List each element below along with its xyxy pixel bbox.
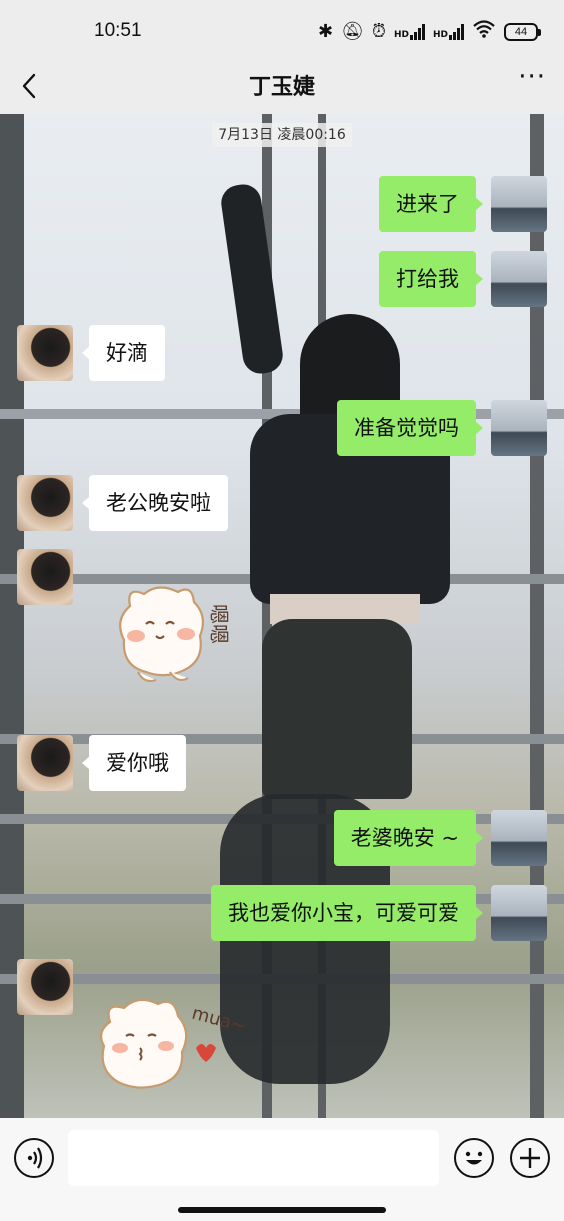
status-time: 10:51	[94, 20, 142, 41]
avatar[interactable]	[491, 251, 547, 307]
sticker-caption: mua~	[190, 1003, 249, 1038]
message-bubble[interactable]: 老公晚安啦	[82, 475, 228, 531]
avatar[interactable]	[491, 885, 547, 941]
bear-sticker-icon	[119, 586, 205, 682]
input-bar	[0, 1118, 564, 1221]
signal-icon: HD	[394, 23, 425, 40]
more-icon[interactable]: ···	[518, 62, 546, 92]
avatar[interactable]	[491, 810, 547, 866]
message-bubble[interactable]: 准备觉觉吗	[337, 400, 483, 456]
chat-timestamp: 7月13日 凌晨00:16	[0, 123, 564, 147]
message-bubble[interactable]: 打给我	[379, 251, 483, 307]
sticker-bear-mua[interactable]: mua~	[96, 986, 256, 1098]
message-bubble[interactable]: 老婆晚安 ~	[333, 810, 484, 866]
avatar[interactable]	[17, 475, 73, 531]
plus-icon[interactable]	[510, 1138, 550, 1178]
chat-area[interactable]: 7月13日 凌晨00:16 进来了 打给我 好滴 准备觉觉吗 老公晚安啦 嗯嗯	[0, 114, 564, 1118]
message-input[interactable]	[68, 1130, 439, 1186]
avatar[interactable]	[491, 400, 547, 456]
status-bar: 10:51 ✱ 🔕︎ ⏰︎ HD HD 44	[0, 0, 564, 62]
mute-icon: 🔕︎	[341, 21, 364, 42]
bluetooth-icon: ✱	[317, 21, 334, 42]
message-bubble[interactable]: 好滴	[82, 325, 165, 381]
chat-title: 丁玉婕	[248, 75, 315, 100]
emoji-icon[interactable]	[454, 1138, 494, 1178]
photo-figure-skirt	[262, 619, 412, 799]
message-bubble[interactable]: 我也爱你小宝，可爱可爱	[211, 885, 483, 941]
message-bubble[interactable]: 进来了	[379, 176, 483, 232]
wifi-icon	[472, 20, 496, 43]
signal-icon-2: HD	[433, 23, 464, 40]
chat-header: 丁玉婕 ···	[0, 62, 564, 114]
home-indicator[interactable]	[178, 1207, 386, 1213]
alarm-icon: ⏰︎	[371, 21, 386, 42]
sticker-caption: 嗯嗯	[207, 604, 231, 644]
status-icons: ✱ 🔕︎ ⏰︎ HD HD 44	[317, 20, 541, 43]
voice-icon[interactable]	[14, 1138, 54, 1178]
photo-figure-arm	[218, 182, 286, 376]
avatar[interactable]	[17, 735, 73, 791]
message-bubble[interactable]: 爱你哦	[82, 735, 186, 791]
battery-icon: 44	[504, 22, 541, 41]
sticker-bear-enen[interactable]: 嗯嗯	[108, 576, 258, 696]
avatar[interactable]	[17, 959, 73, 1015]
avatar[interactable]	[17, 325, 73, 381]
avatar[interactable]	[491, 176, 547, 232]
avatar[interactable]	[17, 549, 73, 605]
